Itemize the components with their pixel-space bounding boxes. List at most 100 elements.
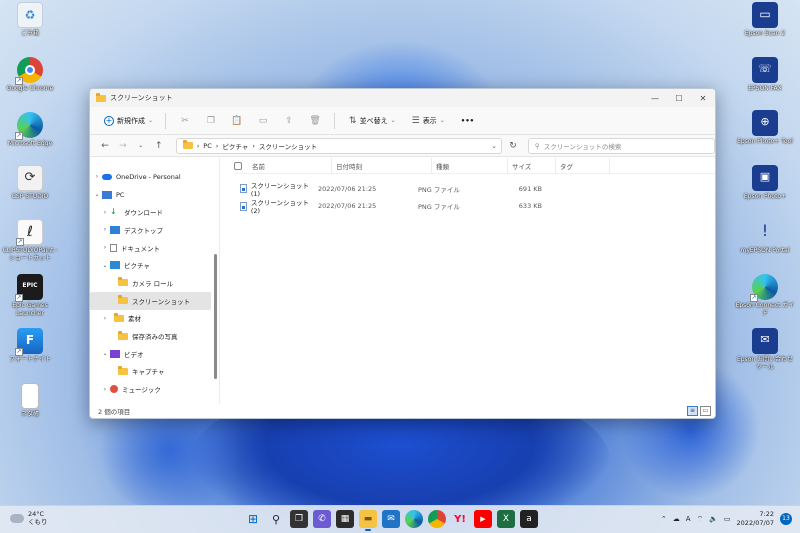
amazon-icon[interactable]: a bbox=[520, 510, 538, 528]
column-header-date[interactable]: 日付時刻 bbox=[332, 157, 432, 174]
delete-icon[interactable]: 🗑 bbox=[302, 116, 328, 126]
recent-chevron-icon[interactable]: ⌄ bbox=[134, 142, 148, 149]
maximize-button[interactable]: ☐ bbox=[667, 94, 691, 103]
chevron-right-icon[interactable]: › bbox=[100, 386, 110, 393]
column-header-size[interactable]: サイズ bbox=[508, 157, 556, 174]
desktop-icon-fortnite[interactable]: F ↗ フォートナイト bbox=[0, 328, 60, 364]
chevron-up-icon[interactable]: ⌃ bbox=[661, 515, 667, 523]
chevron-right-icon[interactable]: › bbox=[100, 315, 110, 322]
minimize-button[interactable]: — bbox=[643, 94, 667, 103]
wifi-icon[interactable]: ⌔ bbox=[697, 515, 704, 524]
teams-chat-icon[interactable]: ✆ bbox=[313, 510, 331, 528]
youtube-icon[interactable]: ▶ bbox=[474, 510, 492, 528]
excel-icon[interactable]: X bbox=[497, 510, 515, 528]
breadcrumb-pictures[interactable]: ピクチャ bbox=[222, 141, 248, 151]
sidebar-item-videos[interactable]: ⌄ ビデオ bbox=[90, 345, 219, 363]
sidebar-item-pictures[interactable]: ⌄ ピクチャ bbox=[90, 256, 219, 274]
file-row[interactable]: スクリーンショット (2) 2022/07/06 21:25 PNG ファイル … bbox=[234, 198, 715, 215]
desktop-icon-netacho[interactable]: ネタ帳 bbox=[0, 383, 60, 419]
desktop-icon-clip-studio-paint[interactable]: ℓ ↗ CLIPSTUDIOPaint - ショートカット bbox=[0, 219, 60, 263]
sidebar-item-downloads[interactable]: › ↓ ダウンロード bbox=[90, 203, 219, 221]
desktop-icon-epson-photo-tool[interactable]: ⊕ Epson Photo+ Tool bbox=[735, 110, 795, 146]
desktop-icon-edge[interactable]: ↗ Microsoft Edge bbox=[0, 112, 60, 148]
more-options-button[interactable]: ••• bbox=[453, 117, 482, 125]
desktop-icon-recycle-bin[interactable]: ♻ ごみ箱 bbox=[0, 2, 60, 38]
search-icon[interactable]: ⚲ bbox=[267, 510, 285, 528]
chrome-icon[interactable] bbox=[428, 510, 446, 528]
desktop-icon-epson-photo[interactable]: ▣ Epson Photo+ bbox=[735, 165, 795, 201]
sidebar-item-label: 素材 bbox=[128, 315, 141, 324]
cut-icon[interactable]: ✂ bbox=[172, 116, 198, 126]
chevron-down-icon[interactable]: ⌄ bbox=[100, 262, 110, 269]
mail-icon[interactable]: ✉ bbox=[382, 510, 400, 528]
desktop-icon-epic-games[interactable]: EPIC ↗ Epic Games Launcher bbox=[0, 274, 60, 318]
onedrive-icon[interactable]: ☁ bbox=[673, 515, 680, 523]
details-view-icon[interactable]: ≡ bbox=[687, 406, 698, 416]
large-icons-view-icon[interactable]: ▭ bbox=[700, 406, 711, 416]
title-bar[interactable]: スクリーンショット — ☐ ✕ bbox=[90, 89, 715, 107]
battery-icon[interactable]: ▭ bbox=[724, 515, 731, 523]
desktop-icon-epson-fax[interactable]: ☏ EPSON FAX bbox=[735, 57, 795, 93]
start-windows-icon[interactable]: ⊞ bbox=[244, 510, 262, 528]
yahoo-icon[interactable]: Y! bbox=[451, 510, 469, 528]
desktop-icon-csp-studio[interactable]: ⟳ CSP STUDIO bbox=[0, 165, 60, 201]
new-button[interactable]: + 新規作成 ⌄ bbox=[98, 113, 159, 129]
task-view-icon[interactable]: ❐ bbox=[290, 510, 308, 528]
breadcrumb-pc[interactable]: PC bbox=[203, 142, 211, 150]
forward-arrow-icon[interactable]: → bbox=[116, 141, 130, 151]
edge-icon[interactable] bbox=[405, 510, 423, 528]
sidebar-item-music[interactable]: › ミュージック bbox=[90, 380, 219, 398]
sidebar-scrollbar[interactable] bbox=[214, 254, 217, 379]
select-all-checkbox[interactable] bbox=[234, 161, 242, 170]
sidebar-item-desktop[interactable]: › デスクトップ bbox=[90, 221, 219, 239]
desktop-icon-epson-scan[interactable]: ▭ Epson Scan 2 bbox=[735, 2, 795, 38]
sidebar-item-materials[interactable]: › 素材 bbox=[90, 310, 219, 328]
sort-button[interactable]: ⇅ 並べ替え ⌄ bbox=[341, 116, 404, 126]
desktop-icon-epson-connect[interactable]: ↗ Epson Connect ガイド bbox=[735, 274, 795, 318]
sidebar-item-screenshots[interactable]: スクリーンショット bbox=[90, 291, 211, 310]
cloud-icon bbox=[10, 513, 24, 523]
epic-games-icon: EPIC ↗ bbox=[15, 274, 43, 302]
chevron-down-icon[interactable]: ⌄ bbox=[100, 350, 110, 357]
speaker-icon[interactable]: 🔈 bbox=[709, 515, 718, 523]
sidebar-item-documents[interactable]: › ドキュメント bbox=[90, 239, 219, 257]
sidebar-item-saved-pictures[interactable]: 保存済みの写真 bbox=[90, 327, 219, 345]
rename-icon[interactable]: ▭ bbox=[250, 116, 276, 126]
chevron-right-icon[interactable]: › bbox=[92, 173, 102, 180]
chevron-right-icon[interactable]: › bbox=[100, 209, 110, 216]
widgets-icon[interactable]: ▦ bbox=[336, 510, 354, 528]
sidebar-item-camera-roll[interactable]: カメラ ロール bbox=[90, 274, 219, 292]
share-icon[interactable]: ⇪ bbox=[276, 116, 302, 126]
folder-icon bbox=[114, 312, 124, 322]
chevron-right-icon[interactable]: › bbox=[100, 226, 110, 233]
desktop-icon-epson-support[interactable]: ✉ Epson お問い合わせツール bbox=[735, 328, 795, 372]
paste-icon[interactable]: 📋 bbox=[224, 116, 250, 126]
desktop-icon-myepson-portal[interactable]: ! myEPSON Portal bbox=[735, 219, 795, 255]
view-button[interactable]: ☰ 表示 ⌄ bbox=[404, 116, 453, 126]
sidebar-item-captures[interactable]: キャプチャ bbox=[90, 363, 219, 381]
system-tray: ⌃ ☁ A ⌔ 🔈 ▭ 7:22 2022/07/07 13 bbox=[661, 510, 792, 528]
clock[interactable]: 7:22 2022/07/07 bbox=[737, 510, 774, 528]
chevron-down-icon[interactable]: ⌄ bbox=[92, 191, 102, 198]
back-arrow-icon[interactable]: ← bbox=[98, 141, 112, 151]
desktop-icon-chrome[interactable]: ↗ Google Chrome bbox=[0, 57, 60, 93]
column-header-name[interactable]: 名前 bbox=[248, 157, 332, 174]
refresh-icon[interactable]: ↻ bbox=[506, 141, 520, 151]
file-explorer-icon[interactable]: ▬ bbox=[359, 510, 377, 531]
copy-icon[interactable]: ❐ bbox=[198, 116, 224, 126]
ime-indicator[interactable]: A bbox=[686, 515, 691, 523]
sidebar-item-pc[interactable]: ⌄ PC bbox=[90, 186, 219, 204]
chevron-right-icon[interactable]: › bbox=[100, 244, 110, 251]
file-row[interactable]: スクリーンショット (1) 2022/07/06 21:25 PNG ファイル … bbox=[234, 180, 715, 198]
column-header-tags[interactable]: タグ bbox=[556, 157, 610, 174]
weather-widget[interactable]: 24°C くもり bbox=[10, 510, 48, 526]
column-header-type[interactable]: 種類 bbox=[432, 157, 508, 174]
notification-badge[interactable]: 13 bbox=[780, 513, 792, 525]
breadcrumb-screenshots[interactable]: スクリーンショット bbox=[259, 141, 317, 151]
up-arrow-icon[interactable]: ↑ bbox=[152, 141, 166, 151]
search-box[interactable]: ⚲ スクリーンショットの検索 bbox=[527, 137, 715, 154]
address-bar[interactable]: › PC › ピクチャ › スクリーンショット ⌄ bbox=[175, 137, 502, 154]
chevron-down-icon[interactable]: ⌄ bbox=[491, 142, 497, 150]
close-button[interactable]: ✕ bbox=[691, 94, 715, 103]
sidebar-item-onedrive[interactable]: › OneDrive - Personal bbox=[90, 168, 219, 186]
